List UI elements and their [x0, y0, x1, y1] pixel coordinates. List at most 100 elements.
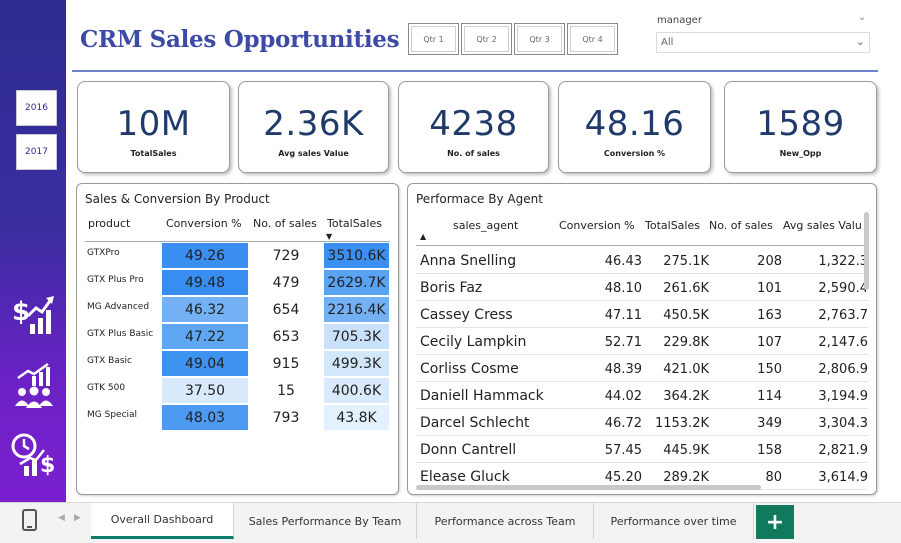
avg-sales-value-cell: 2,763.7	[818, 308, 868, 323]
conversion-cell: 46.32	[162, 297, 248, 322]
total-sales-cell: 499.3K	[324, 351, 389, 376]
column-header-total-sales[interactable]: TotalSales	[645, 219, 700, 232]
kpi-label: TotalSales	[130, 149, 177, 158]
column-header-no-of-sales[interactable]: No. of sales	[709, 219, 773, 232]
table-row[interactable]: Donn Cantrell 57.45 445.9K 158 2,821.9	[416, 436, 868, 463]
team-performance-icon[interactable]	[10, 362, 58, 410]
avg-sales-value-cell: 2,821.9	[818, 443, 868, 458]
agent-name-cell: Boris Faz	[420, 280, 483, 296]
column-header-total-sales[interactable]: TotalSales	[327, 217, 382, 230]
manager-dropdown[interactable]: All ⌄	[656, 32, 870, 53]
no-of-sales-cell: 479	[272, 274, 300, 291]
sidebar: 2016 2017 $ $	[0, 0, 66, 502]
chevron-down-icon[interactable]: ⌄	[858, 12, 866, 23]
no-of-sales-cell: 654	[272, 301, 300, 318]
avg-sales-value-cell: 2,147.6	[818, 335, 868, 350]
product-name-cell: GTX Plus Basic	[87, 329, 154, 339]
header-divider	[72, 70, 878, 72]
chevron-right-icon[interactable]: ▶	[74, 513, 81, 523]
no-of-sales-cell: 915	[272, 355, 300, 372]
quarter-button-1[interactable]: Qtr 1	[408, 23, 459, 55]
table-header-divider	[416, 245, 866, 246]
product-table-title: Sales & Conversion By Product	[85, 192, 270, 206]
total-sales-cell: 3510.6K	[324, 243, 389, 268]
column-header-conversion[interactable]: Conversion %	[559, 219, 635, 232]
no-of-sales-cell: 729	[272, 247, 300, 264]
page-title: CRM Sales Opportunities	[80, 26, 400, 53]
quarter-button-2[interactable]: Qtr 2	[461, 23, 512, 55]
kpi-label: Conversion %	[603, 149, 666, 158]
kpi-value: 2.36K	[263, 104, 364, 144]
sort-descending-icon[interactable]: ▼	[326, 232, 332, 241]
table-row[interactable]: Cecily Lampkin 52.71 229.8K 107 2,147.6	[416, 328, 868, 355]
table-row[interactable]: Darcel Schlecht 46.72 1153.2K 349 3,304.3	[416, 409, 868, 436]
year-slicer-2017[interactable]: 2017	[16, 134, 57, 170]
horizontal-scrollbar[interactable]	[416, 485, 761, 490]
conversion-cell: 52.71	[604, 335, 642, 350]
no-of-sales-cell: 15	[277, 382, 295, 399]
conversion-cell: 57.45	[604, 443, 642, 458]
kpi-card-no-of-sales: 4238 No. of sales	[398, 81, 549, 173]
manager-slicer-label: manager	[657, 15, 702, 26]
sales-growth-icon[interactable]: $	[10, 290, 58, 338]
conversion-cell: 46.43	[604, 254, 642, 269]
agent-name-cell: Corliss Cosme	[420, 361, 519, 377]
kpi-card-new-opp: 1589 New_Opp	[724, 81, 877, 173]
table-row[interactable]: Anna Snelling 46.43 275.1K 208 1,322.3	[416, 247, 868, 274]
column-header-sales-agent[interactable]: sales_agent	[453, 219, 518, 232]
tab-overall-dashboard[interactable]: Overall Dashboard	[91, 503, 234, 539]
conversion-cell: 47.11	[604, 308, 642, 323]
conversion-cell: 48.03	[162, 405, 248, 430]
agent-name-cell: Daniell Hammack	[420, 388, 544, 404]
kpi-value: 1589	[756, 104, 845, 144]
table-row[interactable]: Daniell Hammack 44.02 364.2K 114 3,194.9	[416, 382, 868, 409]
sort-ascending-icon[interactable]: ▲	[420, 232, 426, 241]
dropdown-chevron-icon: ⌄	[855, 35, 865, 48]
total-sales-cell: 261.6K	[663, 281, 709, 296]
conversion-cell: 48.10	[604, 281, 642, 296]
conversion-cell: 44.02	[604, 389, 642, 404]
conversion-cell: 49.04	[162, 351, 248, 376]
conversion-cell: 37.50	[162, 378, 248, 403]
add-page-button[interactable]: +	[756, 505, 794, 539]
conversion-cell: 45.20	[604, 470, 642, 485]
table-header-divider	[85, 241, 390, 242]
column-header-no-of-sales[interactable]: No. of sales	[253, 217, 317, 230]
table-row[interactable]: Boris Faz 48.10 261.6K 101 2,590.4	[416, 274, 868, 301]
no-of-sales-cell: 150	[757, 362, 782, 377]
agent-name-cell: Darcel Schlecht	[420, 415, 530, 431]
tab-performance-across-team[interactable]: Performance across Team	[417, 503, 594, 539]
avg-sales-value-cell: 1,322.3	[818, 254, 868, 269]
agent-name-cell: Elease Gluck	[420, 469, 510, 485]
table-row[interactable]: Cassey Cress 47.11 450.5K 163 2,763.7	[416, 301, 868, 328]
no-of-sales-cell: 114	[757, 389, 782, 404]
column-header-conversion[interactable]: Conversion %	[166, 217, 242, 230]
total-sales-cell: 43.8K	[324, 405, 389, 430]
product-name-cell: MG Advanced	[87, 302, 150, 312]
vertical-scrollbar[interactable]	[864, 212, 869, 290]
no-of-sales-cell: 158	[757, 443, 782, 458]
svg-text:$: $	[12, 297, 30, 327]
time-money-icon[interactable]: $	[10, 432, 58, 480]
tab-sales-performance-by-team[interactable]: Sales Performance By Team	[234, 503, 417, 539]
product-name-cell: MG Special	[87, 410, 138, 420]
column-header-product[interactable]: product	[88, 217, 130, 230]
quarter-button-4[interactable]: Qtr 4	[567, 23, 618, 55]
agent-name-cell: Anna Snelling	[420, 253, 517, 269]
report-canvas: 2016 2017 $ $ CRM Sales Opportunities Qt…	[0, 0, 901, 543]
conversion-cell: 46.72	[604, 416, 642, 431]
column-header-avg-sales-value[interactable]: Avg sales Valu	[783, 219, 862, 232]
table-row[interactable]: Corliss Cosme 48.39 421.0K 150 2,806.9	[416, 355, 868, 382]
tab-performance-over-time[interactable]: Performance over time	[594, 503, 754, 539]
chevron-left-icon[interactable]: ◀	[58, 513, 65, 523]
conversion-cell: 47.22	[162, 324, 248, 349]
mobile-layout-icon[interactable]	[22, 509, 37, 531]
no-of-sales-cell: 163	[757, 308, 782, 323]
quarter-button-3[interactable]: Qtr 3	[514, 23, 565, 55]
avg-sales-value-cell: 3,304.3	[818, 416, 868, 431]
year-slicer-2016[interactable]: 2016	[16, 90, 57, 126]
product-table-panel: Sales & Conversion By Product product Co…	[76, 183, 399, 495]
product-name-cell: GTXPro	[87, 248, 120, 258]
product-name-cell: GTX Basic	[87, 356, 133, 366]
manager-dropdown-value: All	[661, 37, 674, 48]
